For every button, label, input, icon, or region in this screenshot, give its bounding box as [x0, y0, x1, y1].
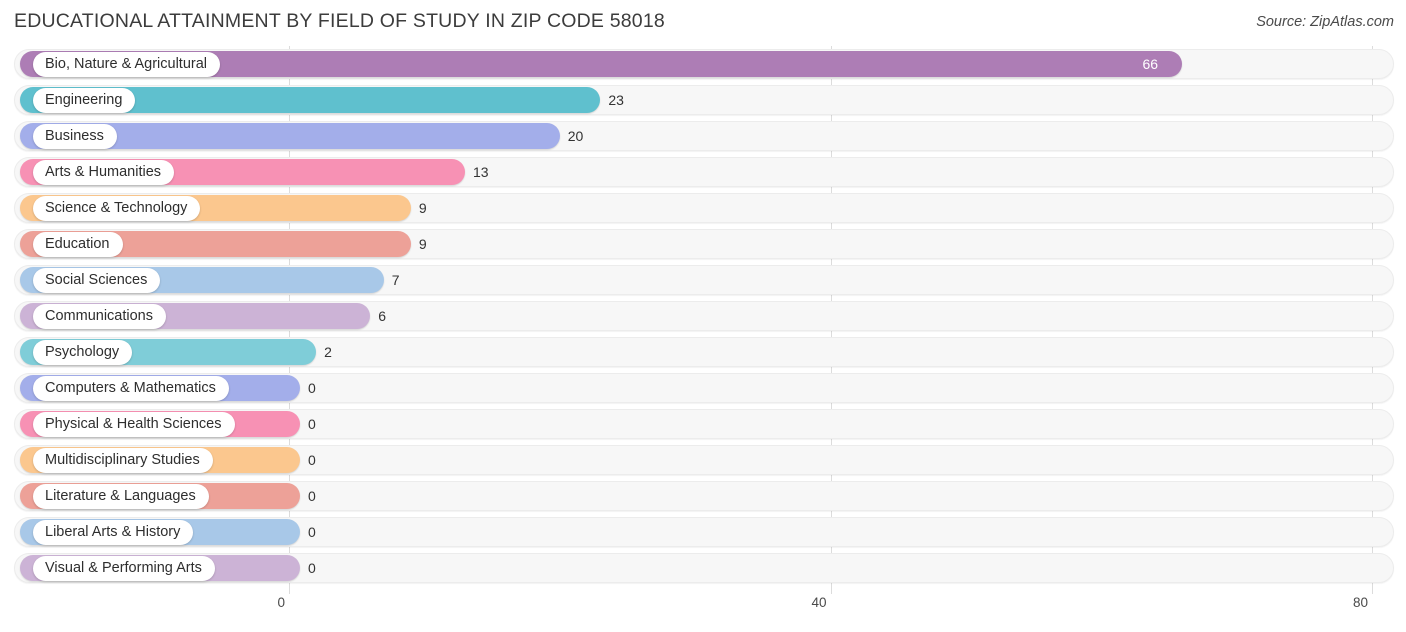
table-row[interactable]: Literature & Languages 0	[0, 478, 1406, 514]
bar-label-pill: Bio, Nature & Agricultural	[33, 51, 220, 77]
bar-value-label: 13	[472, 164, 489, 180]
table-row[interactable]: Arts & Humanities 13	[0, 154, 1406, 190]
bar-value-label: 23	[608, 92, 624, 108]
table-row[interactable]: Communications 6	[0, 298, 1406, 334]
bar-label-pill: Visual & Performing Arts	[33, 555, 215, 581]
bar-category-label: Education	[45, 236, 110, 252]
table-row[interactable]: Business 20	[0, 118, 1406, 154]
page-title: EDUCATIONAL ATTAINMENT BY FIELD OF STUDY…	[14, 10, 665, 32]
bar-category-label: Bio, Nature & Agricultural	[45, 56, 207, 72]
bar-label-pill: Liberal Arts & History	[33, 519, 194, 545]
x-axis-tick-label: 80	[1352, 595, 1368, 610]
bar-value-label: 0	[308, 452, 316, 468]
bar-value-label: 9	[418, 200, 427, 216]
bar-label-pill: Arts & Humanities	[33, 159, 175, 185]
bar-label-pill: Multidisciplinary Studies	[33, 447, 213, 473]
bar-value-label: 20	[567, 128, 584, 144]
bar-category-label: Multidisciplinary Studies	[45, 452, 200, 468]
table-row[interactable]: Social Sciences 7	[0, 262, 1406, 298]
bar-label-pill: Physical & Health Sciences	[33, 411, 235, 437]
bar-label-pill: Science & Technology	[33, 195, 201, 221]
table-row[interactable]: Bio, Nature & Agricultural 66	[0, 46, 1406, 82]
bar-category-label: Liberal Arts & History	[45, 524, 181, 540]
bar-label-pill: Communications	[33, 303, 166, 329]
bar-label-pill: Social Sciences	[33, 267, 161, 293]
bar-value-label: 6	[378, 308, 387, 324]
table-row[interactable]: Science & Technology 9	[0, 190, 1406, 226]
bar-value-label: 2	[324, 344, 332, 360]
table-row[interactable]: Visual & Performing Arts 0	[0, 550, 1406, 586]
bar-label-pill: Business	[33, 123, 117, 149]
table-row[interactable]: Physical & Health Sciences 0	[0, 406, 1406, 442]
bar-category-label: Visual & Performing Arts	[45, 560, 202, 576]
bar-value-label: 7	[391, 272, 400, 288]
bar-category-label: Literature & Languages	[45, 488, 196, 504]
bar-label-pill: Computers & Mathematics	[33, 375, 229, 401]
bar-category-label: Arts & Humanities	[45, 164, 162, 180]
bar-value-label: 0	[308, 560, 316, 576]
x-axis: 0 40 80	[0, 594, 1406, 632]
bar-category-label: Physical & Health Sciences	[45, 416, 222, 432]
bar-category-label: Computers & Mathematics	[45, 380, 216, 396]
bar-label-pill: Education	[33, 231, 123, 257]
bar-value-label: 0	[308, 488, 316, 504]
bar-label-pill: Engineering	[33, 87, 136, 113]
x-axis-tick-label: 0	[277, 595, 285, 610]
chart-header: EDUCATIONAL ATTAINMENT BY FIELD OF STUDY…	[0, 0, 1406, 46]
table-row[interactable]: Computers & Mathematics 0	[0, 370, 1406, 406]
table-row[interactable]: Liberal Arts & History 0	[0, 514, 1406, 550]
table-row[interactable]: Psychology 2	[0, 334, 1406, 370]
table-row[interactable]: Education 9	[0, 226, 1406, 262]
bar-category-label: Engineering	[45, 92, 123, 108]
bar-value-label: 0	[308, 524, 316, 540]
bar-category-label: Psychology	[45, 344, 120, 360]
table-row[interactable]: Multidisciplinary Studies 0	[0, 442, 1406, 478]
bar-category-label: Business	[45, 128, 104, 144]
table-row[interactable]: Engineering 23	[0, 82, 1406, 118]
bar-rows: Bio, Nature & Agricultural 66 Engineering 2…	[0, 46, 1406, 586]
chart-plot-area: Bio, Nature & Agricultural 66 Engineering 2…	[0, 46, 1406, 594]
source-attribution: Source: ZipAtlas.com	[1256, 14, 1394, 30]
bar-category-label: Social Sciences	[45, 272, 148, 288]
bar-label-pill: Psychology	[33, 339, 133, 365]
bar-category-label: Science & Technology	[45, 200, 188, 216]
bar-value-label: 0	[308, 416, 316, 432]
bar-value-label: 66	[1142, 56, 1159, 72]
bar-category-label: Communications	[45, 308, 153, 324]
x-axis-tick-label: 40	[811, 595, 827, 610]
bar-value-label: 9	[418, 236, 427, 252]
bar-value-label: 0	[308, 380, 316, 396]
bar-label-pill: Literature & Languages	[33, 483, 209, 509]
